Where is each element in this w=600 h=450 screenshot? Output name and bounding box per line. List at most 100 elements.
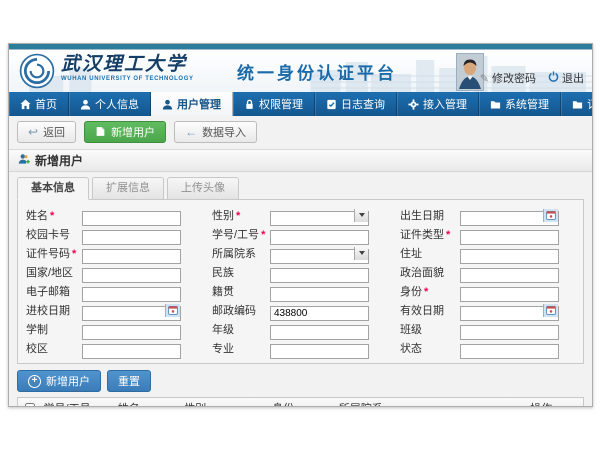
field-input-campus-card-no[interactable] (82, 230, 181, 245)
field-wrap-enroll-date (82, 303, 181, 318)
field-wrap-gender (270, 208, 369, 223)
field-label-gender: 性别* (212, 207, 270, 223)
change-password-link[interactable]: ✎ 修改密码 (480, 70, 536, 86)
section-title: 新增用户 (35, 152, 83, 169)
nav-item-label: 用户管理 (177, 96, 221, 112)
field-wrap-country-region (82, 265, 181, 280)
tab-2[interactable]: 上传头像 (167, 177, 239, 200)
table-header-col-actions: 操作 (528, 400, 583, 407)
user-links: ✎ 修改密码 退出 (480, 70, 584, 86)
toolbar: ↩ 返回 新增用户 ← 数据导入 (17, 121, 584, 143)
section-header: 新增用户 (9, 149, 592, 172)
gear-icon (408, 99, 419, 110)
field-input-email[interactable] (82, 287, 181, 302)
field-label-class: 班级 (400, 321, 460, 337)
field-wrap-postal-code (270, 303, 369, 318)
field-input-native-place[interactable] (270, 287, 369, 302)
field-wrap-name (82, 208, 181, 223)
data-import-button[interactable]: ← 数据导入 (174, 121, 257, 143)
field-input-country-region[interactable] (82, 268, 181, 283)
log-icon (326, 99, 337, 110)
nav-item-6[interactable]: 系统管理 (479, 92, 561, 116)
nav-item-1[interactable]: 个人信息 (69, 92, 151, 116)
field-input-schooling-length[interactable] (82, 325, 181, 340)
nav-item-label: 日志查询 (341, 96, 385, 112)
reset-button-label: 重置 (118, 373, 140, 389)
user-icon (80, 99, 91, 110)
nav-item-2[interactable]: 用户管理 (151, 92, 233, 116)
nav-item-5[interactable]: 接入管理 (397, 92, 479, 116)
dropdown-icon[interactable] (354, 209, 368, 222)
home-icon (20, 99, 31, 110)
tab-0[interactable]: 基本信息 (17, 177, 89, 200)
required-marker: * (236, 210, 240, 222)
field-wrap-student-staff-no (270, 227, 369, 242)
field-input-postal-code[interactable] (270, 306, 369, 321)
content-area: ↩ 返回 新增用户 ← 数据导入 (9, 116, 592, 406)
field-label-grade: 年级 (212, 321, 270, 337)
field-wrap-ethnicity (270, 265, 369, 280)
field-input-status[interactable] (460, 344, 559, 359)
table-header-col-department: 所属院系 (337, 400, 528, 407)
nav-item-label: 权限管理 (259, 96, 303, 112)
add-user-button[interactable]: 新增用户 (84, 121, 166, 143)
field-wrap-address (460, 246, 559, 261)
select-all-checkbox[interactable] (25, 403, 35, 407)
field-input-political-status[interactable] (460, 268, 559, 283)
field-label-student-staff-no: 学号/工号* (212, 226, 270, 242)
field-wrap-email (82, 284, 181, 299)
calendar-icon[interactable] (543, 209, 558, 222)
field-wrap-native-place (270, 284, 369, 299)
tab-1[interactable]: 扩展信息 (92, 177, 164, 200)
field-label-department: 所属院系 (212, 245, 270, 261)
field-input-student-staff-no[interactable] (270, 230, 369, 245)
required-marker: * (261, 229, 265, 241)
field-label-name: 姓名* (26, 207, 82, 223)
field-input-name[interactable] (82, 211, 181, 226)
pencil-icon: ✎ (480, 72, 489, 85)
nav-item-0[interactable]: 首页 (9, 92, 69, 116)
logout-label: 退出 (562, 70, 584, 86)
logout-link[interactable]: 退出 (548, 70, 584, 86)
calendar-icon[interactable] (543, 304, 558, 317)
back-button[interactable]: ↩ 返回 (17, 121, 76, 143)
field-wrap-class (460, 322, 559, 337)
field-input-campus[interactable] (82, 344, 181, 359)
field-input-id-number[interactable] (82, 249, 181, 264)
back-button-label: 返回 (43, 124, 65, 140)
field-wrap-birth-date (460, 208, 559, 223)
data-import-button-label: 数据导入 (202, 124, 246, 140)
platform-title: 统一身份认证平台 (237, 59, 397, 84)
submit-add-user-button[interactable]: + 新增用户 (17, 370, 101, 392)
field-input-ethnicity[interactable] (270, 268, 369, 283)
field-label-valid-date: 有效日期 (400, 302, 460, 318)
nav-item-4[interactable]: 日志查询 (315, 92, 397, 116)
nav-item-3[interactable]: 权限管理 (233, 92, 315, 116)
field-wrap-id-number (82, 246, 181, 261)
field-wrap-id-type (460, 227, 559, 242)
nav-item-7[interactable]: 订阅管理 (561, 92, 593, 116)
field-label-identity: 身份* (400, 283, 460, 299)
required-marker: * (446, 229, 450, 241)
field-input-class[interactable] (460, 325, 559, 340)
field-input-major[interactable] (270, 344, 369, 359)
field-label-native-place: 籍贯 (212, 283, 270, 299)
field-label-status: 状态 (400, 340, 460, 356)
field-label-address: 住址 (400, 245, 460, 261)
nav-item-label: 个人信息 (95, 96, 139, 112)
reset-button[interactable]: 重置 (107, 370, 151, 392)
required-marker: * (50, 210, 54, 222)
calendar-icon[interactable] (165, 304, 180, 317)
field-label-email: 电子邮箱 (26, 283, 82, 299)
folder-icon (490, 99, 501, 110)
field-input-grade[interactable] (270, 325, 369, 340)
field-input-address[interactable] (460, 249, 559, 264)
field-wrap-department (270, 246, 369, 261)
dropdown-icon[interactable] (354, 247, 368, 260)
field-input-identity[interactable] (460, 287, 559, 302)
field-label-birth-date: 出生日期 (400, 207, 460, 223)
field-input-id-type[interactable] (460, 230, 559, 245)
lock-icon (244, 99, 255, 110)
university-name-cn: 武汉理工大学 (61, 55, 194, 74)
submit-add-user-label: 新增用户 (46, 373, 90, 389)
